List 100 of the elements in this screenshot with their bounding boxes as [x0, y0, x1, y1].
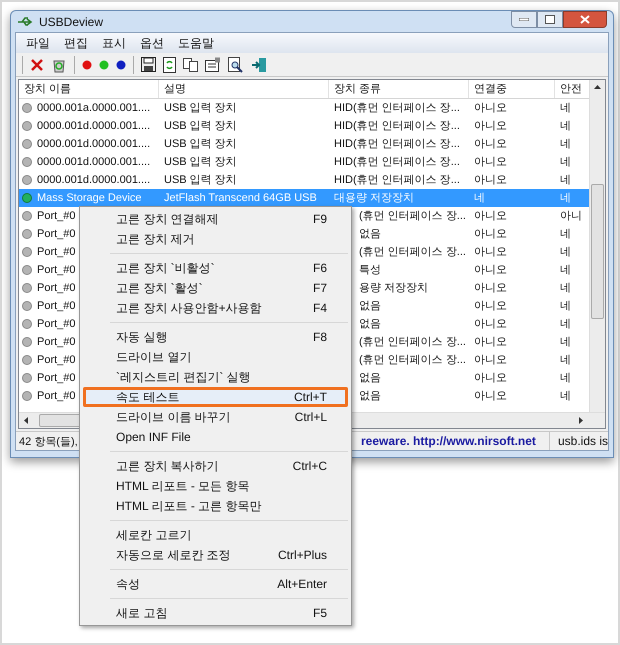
item-count: 42 항목(들), [19, 436, 78, 448]
table-cell: Port_#0 [37, 318, 76, 330]
toggle-dot-icon[interactable] [116, 60, 126, 70]
table-cell: 네 [560, 300, 571, 312]
menu-item[interactable]: 옵션 [134, 34, 170, 52]
table-cell: 용량 저장장치 [359, 282, 428, 294]
maximize-button[interactable] [537, 11, 563, 28]
table-cell: JetFlash Transcend 64GB USB [164, 192, 317, 204]
table-cell: HID(휴먼 인터페이스 장... [334, 102, 460, 114]
table-cell: Mass Storage Device [37, 192, 142, 204]
menu-item[interactable]: 파일 [20, 34, 56, 52]
table-cell: 네 [560, 120, 571, 132]
table-cell: 0000.001d.0000.001.... [37, 138, 150, 150]
table-cell: 없음 [359, 318, 381, 330]
menu-item[interactable]: 고른 장치 사용안함+사용함 F4 [83, 298, 348, 318]
disable-dot-icon[interactable] [82, 60, 92, 70]
menu-item[interactable]: 드라이브 열기 [83, 347, 348, 367]
table-cell: HID(휴먼 인터페이스 장... [334, 174, 460, 186]
table-cell: 네 [560, 246, 571, 258]
menu-item[interactable]: 세로칸 고르기 [83, 525, 348, 545]
usb-icon [17, 16, 33, 28]
column-header[interactable]: 장치 이름 [19, 80, 159, 98]
table-cell: Port_#0 [37, 300, 76, 312]
table-cell: 아니오 [474, 138, 507, 150]
table-cell: 아니오 [474, 174, 507, 186]
column-header[interactable]: 연결중 [469, 80, 555, 98]
menu-item[interactable]: 고른 장치 제거 [83, 229, 348, 249]
table-cell: 아니오 [474, 210, 507, 222]
copy-icon[interactable] [183, 58, 198, 72]
website-link[interactable]: reeware. http://www.nirsoft.net [361, 432, 549, 450]
menu-item[interactable]: 표시 [96, 34, 132, 52]
table-cell: HID(휴먼 인터페이스 장... [334, 120, 460, 132]
save-icon[interactable] [141, 57, 156, 72]
table-cell: USB 입력 장치 [164, 138, 237, 150]
table-cell: 아니오 [474, 156, 507, 168]
table-cell: USB 입력 장치 [164, 156, 237, 168]
menu-item[interactable]: HTML 리포트 - 모든 항목 [83, 476, 348, 496]
table-cell: 네 [560, 192, 571, 204]
menu-item[interactable]: 자동으로 세로칸 조정 Ctrl+Plus [83, 545, 348, 565]
menu-item[interactable]: 자동 실행 F8 [83, 327, 348, 347]
refresh-icon[interactable] [163, 56, 176, 72]
column-header[interactable]: 장치 종류 [329, 80, 469, 98]
enable-dot-icon[interactable] [99, 60, 109, 70]
search-icon[interactable] [228, 56, 244, 72]
scroll-right-icon[interactable] [579, 417, 583, 424]
menu-item[interactable]: 드라이브 이름 바꾸기 Ctrl+L [83, 407, 348, 427]
table-cell: 네 [560, 336, 571, 348]
table-cell: USB 입력 장치 [164, 102, 237, 114]
table-cell: 아니오 [474, 390, 507, 402]
properties-icon[interactable] [205, 57, 221, 72]
status-text: usb.ids is [548, 432, 608, 450]
table-cell: 아니오 [474, 318, 507, 330]
maximize-icon [545, 15, 555, 24]
table-cell: 아니오 [474, 264, 507, 276]
menu-item[interactable]: 고른 장치 연결해제 F9 [83, 209, 348, 229]
table-cell: 대용량 저장장치 [334, 192, 414, 204]
menu-item[interactable]: 편집 [58, 34, 94, 52]
table-cell: 네 [560, 138, 571, 150]
table-cell: 아니오 [474, 282, 507, 294]
table-cell: HID(휴먼 인터페이스 장... [334, 138, 460, 150]
minimize-button[interactable] [511, 11, 537, 28]
menu-item[interactable]: 고른 장치 `활성` F7 [83, 278, 348, 298]
table-cell: USB 입력 장치 [164, 120, 237, 132]
table-cell: 없음 [359, 372, 381, 384]
scroll-up-icon[interactable] [594, 85, 601, 89]
menu-item[interactable]: 고른 장치 복사하기 Ctrl+C [83, 456, 348, 476]
menu-item[interactable]: 속성 Alt+Enter [83, 574, 348, 594]
vertical-scrollbar[interactable] [589, 80, 605, 412]
close-icon [580, 15, 590, 24]
menu-item[interactable]: 고른 장치 `비활성` F6 [83, 258, 348, 278]
scroll-left-icon[interactable] [24, 417, 28, 424]
scroll-thumb[interactable] [591, 184, 604, 319]
menu-item[interactable]: `레지스트리 편집기` 실행 [83, 367, 348, 387]
delete-icon[interactable] [30, 58, 44, 72]
table-cell: 0000.001d.0000.001.... [37, 120, 150, 132]
exit-icon[interactable] [251, 56, 267, 72]
table-cell: 네 [560, 102, 571, 114]
table-cell: (휴먼 인터페이스 장... [359, 210, 466, 222]
menu-item[interactable]: 새로 고침 F5 [83, 603, 348, 623]
table-cell: (휴먼 인터페이스 장... [359, 246, 466, 258]
table-cell: 아니오 [474, 300, 507, 312]
table-cell: 네 [560, 156, 571, 168]
table-cell: Port_#0 [37, 354, 76, 366]
table-cell: Port_#0 [37, 372, 76, 384]
table-cell: 특성 [359, 264, 381, 276]
table-cell: 아니 [560, 210, 582, 222]
column-header[interactable]: 설명 [159, 80, 329, 98]
menu-item[interactable]: HTML 리포트 - 고른 항목만 [83, 496, 348, 516]
window-title: USBDeview [39, 14, 104, 30]
table-cell: 아니오 [474, 336, 507, 348]
menu-item[interactable]: 속도 테스트 Ctrl+T [83, 387, 348, 407]
close-button[interactable] [563, 11, 607, 28]
table-cell: 0000.001d.0000.001.... [37, 156, 150, 168]
table-cell: 아니오 [474, 228, 507, 240]
menu-item[interactable]: Open INF File [83, 427, 348, 447]
table-cell: Port_#0 [37, 246, 76, 258]
table-cell: 네 [560, 174, 571, 186]
menu-item[interactable]: 도움말 [172, 34, 220, 52]
table-cell: Port_#0 [37, 228, 76, 240]
table-cell: 네 [474, 192, 485, 204]
